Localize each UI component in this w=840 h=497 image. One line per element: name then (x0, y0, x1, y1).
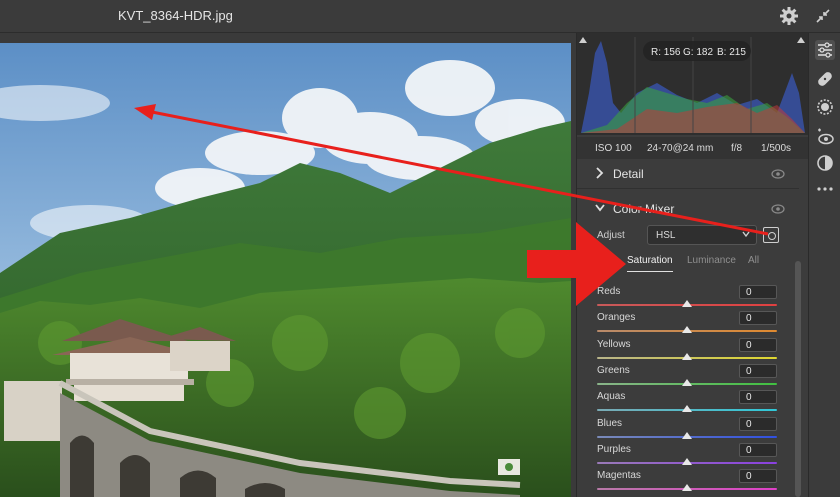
slider-blues[interactable]: Blues 0 (597, 416, 777, 444)
slider-value-field[interactable]: 0 (739, 285, 777, 299)
slider-thumb[interactable] (682, 484, 692, 492)
adjust-label: Adjust (597, 230, 625, 241)
slider-value: 0 (746, 365, 752, 377)
title-bar: KVT_8364-HDR.jpg (0, 0, 840, 33)
slider-yellows[interactable]: Yellows 0 (597, 337, 777, 365)
slider-thumb[interactable] (682, 326, 692, 334)
slider-value-field[interactable]: 0 (739, 363, 777, 378)
color-mixer-section-header[interactable]: Color Mixer (577, 194, 799, 224)
exif-shutter: 1/500s (761, 143, 792, 154)
eye-icon[interactable] (771, 169, 785, 179)
color-mixer-title: Color Mixer (613, 202, 675, 216)
slider-value: 0 (746, 471, 752, 483)
gear-icon[interactable] (779, 6, 799, 26)
tab-luminance[interactable]: Luminance (687, 255, 736, 266)
slider-value-field[interactable]: 0 (739, 311, 777, 326)
exif-iso: ISO 100 (595, 143, 632, 154)
slider-value: 0 (746, 418, 752, 430)
slider-label: Aquas (597, 391, 626, 403)
eye-icon[interactable] (771, 204, 785, 214)
exif-lens: 24-70@24 mm (647, 143, 714, 154)
slider-thumb[interactable] (682, 352, 692, 360)
readout-b: B: 215 (717, 47, 746, 58)
photo-canvas[interactable] (0, 43, 571, 497)
chevron-down-icon (595, 204, 605, 212)
slider-value: 0 (746, 287, 752, 298)
slider-greens[interactable]: Greens 0 (597, 363, 777, 391)
slider-value-field[interactable]: 0 (739, 337, 777, 352)
mask-icon[interactable] (815, 97, 835, 117)
landscape-photo (0, 43, 571, 497)
targeted-adjustment-icon[interactable] (763, 227, 779, 243)
slider-purples[interactable]: Purples 0 (597, 442, 777, 470)
slider-label: Blues (597, 417, 623, 429)
exif-aperture: f/8 (731, 143, 743, 154)
slider-value-field[interactable]: 0 (739, 469, 777, 484)
collapse-icon[interactable] (814, 7, 832, 25)
slider-value: 0 (746, 339, 752, 351)
tab-saturation[interactable]: Saturation (627, 255, 673, 272)
tab-all[interactable]: All (748, 255, 759, 266)
detail-section-header[interactable]: Detail (577, 159, 799, 189)
heal-icon[interactable] (815, 69, 835, 89)
detail-title: Detail (613, 167, 644, 181)
slider-value: 0 (746, 392, 752, 404)
adjust-value: HSL (656, 230, 676, 241)
edit-panel: R: 156 G: 182 B: 215 ISO 100 24-70@24 mm… (576, 33, 809, 497)
slider-value: 0 (746, 444, 752, 456)
slider-reds[interactable]: Reds 0 (597, 285, 777, 312)
panel-scrollbar[interactable] (795, 261, 801, 497)
app-window: KVT_8364-HDR.jpg R: 156 G: 182 B: 215 IS… (0, 0, 840, 497)
redeye-icon[interactable] (815, 127, 835, 147)
slider-thumb[interactable] (682, 431, 692, 439)
readout-g: G: 182 (683, 47, 714, 58)
canvas-top-gap (0, 33, 571, 43)
slider-label: Purples (597, 443, 631, 455)
readout-r: R: 156 (651, 47, 681, 58)
slider-thumb[interactable] (682, 457, 692, 465)
chevron-right-icon (596, 167, 604, 179)
slider-thumb[interactable] (682, 405, 692, 413)
tool-strip (808, 33, 840, 497)
slider-magentas[interactable]: Magentas 0 (597, 469, 777, 496)
file-title: KVT_8364-HDR.jpg (118, 8, 233, 23)
adjust-dropdown[interactable]: HSL (647, 225, 757, 245)
slider-thumb[interactable] (682, 300, 692, 307)
presets-icon[interactable] (815, 153, 835, 173)
slider-value: 0 (746, 313, 752, 325)
more-icon[interactable] (815, 179, 835, 199)
slider-oranges[interactable]: Oranges 0 (597, 311, 777, 338)
histogram: R: 156 G: 182 B: 215 (577, 33, 809, 135)
slider-label: Magentas (597, 470, 641, 482)
slider-label: Greens (597, 364, 630, 376)
slider-label: Oranges (597, 312, 636, 324)
slider-value-field[interactable]: 0 (739, 442, 777, 457)
slider-value-field[interactable]: 0 (739, 390, 777, 405)
slider-thumb[interactable] (682, 378, 692, 386)
edit-sliders-icon[interactable] (815, 40, 835, 60)
slider-label: Yellows (597, 338, 631, 350)
chevron-down-icon (742, 231, 750, 238)
exif-bar: ISO 100 24-70@24 mm f/8 1/500s (577, 137, 809, 159)
slider-label: Reds (597, 286, 621, 297)
mixer-tabs: Saturation Luminance All (617, 251, 799, 275)
slider-aquas[interactable]: Aquas 0 (597, 390, 777, 417)
slider-value-field[interactable]: 0 (739, 416, 777, 431)
